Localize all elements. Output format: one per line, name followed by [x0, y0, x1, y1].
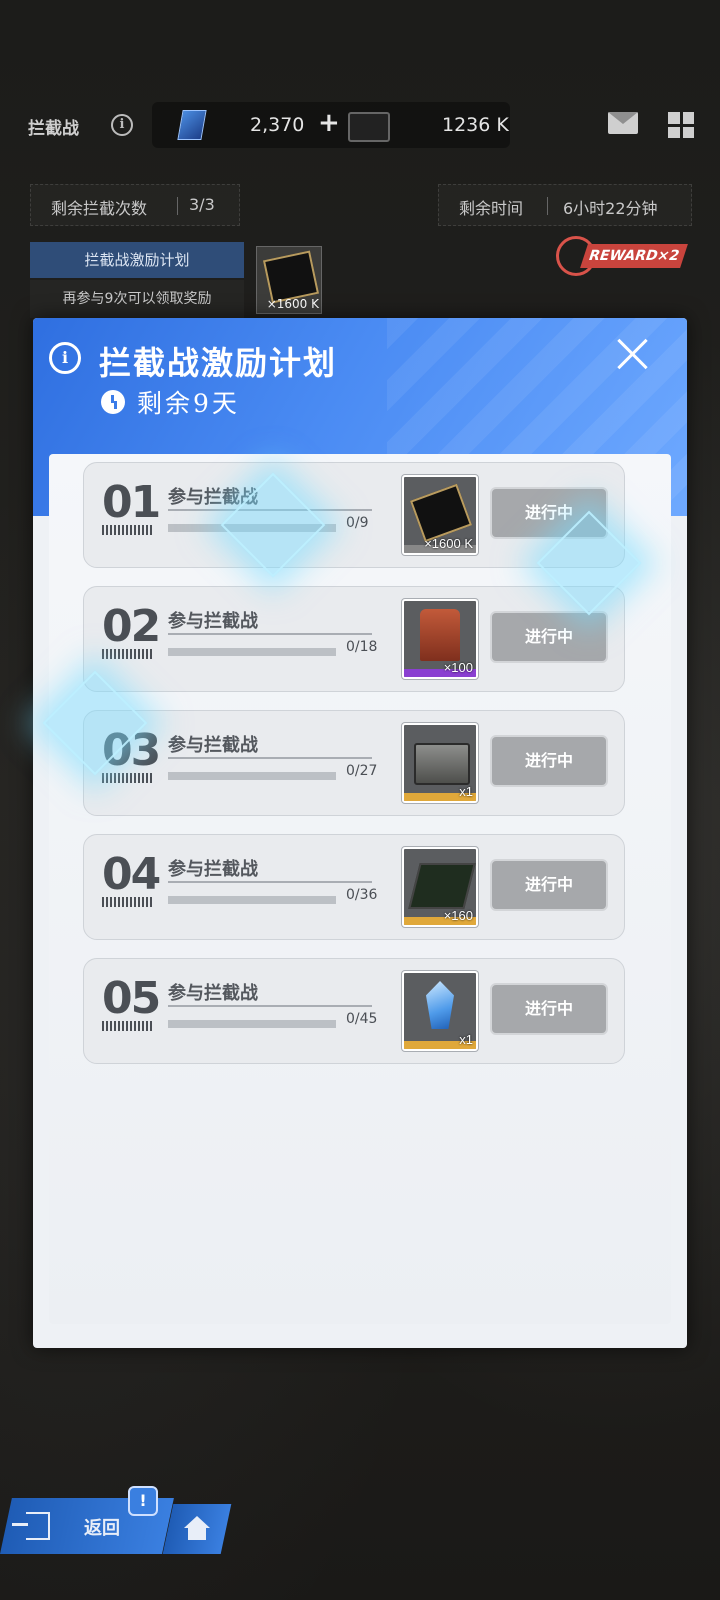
- task-row: 04 参与拦截战 0/36 ×160 进行中: [83, 834, 625, 940]
- reward-multiplier: REWARD×2: [580, 244, 688, 268]
- incentive-plan-modal: i 拦截战激励计划 剩余9天 01 参与拦截战 0/9 ×1600 K 进行中 …: [33, 318, 687, 1348]
- task-row: 01 参与拦截战 0/9 ×1600 K 进行中: [83, 462, 625, 568]
- progress-bar: [168, 648, 336, 656]
- add-gems-button[interactable]: +: [318, 108, 340, 138]
- info-icon[interactable]: i: [49, 342, 81, 374]
- progress-text: 0/36: [346, 887, 378, 903]
- home-icon: [184, 1516, 210, 1540]
- card-icon: [262, 250, 320, 304]
- incentive-plan-hint: 再参与9次可以领取奖励: [30, 280, 244, 318]
- info-icon[interactable]: i: [111, 114, 133, 136]
- exit-icon: [12, 1512, 50, 1540]
- reward-quantity: ×1600 K: [266, 297, 319, 311]
- incentive-plan-tab[interactable]: 拦截战激励计划: [30, 242, 244, 278]
- reward-quantity: x1: [459, 784, 473, 799]
- task-number: 04: [102, 849, 161, 900]
- remaining-attempts-label: 剩余拦截次数: [51, 199, 148, 218]
- back-label[interactable]: 返回: [84, 1514, 120, 1540]
- task-row: 02 参与拦截战 0/18 ×100 进行中: [83, 586, 625, 692]
- progress-text: 0/27: [346, 763, 378, 779]
- crate-icon: [414, 743, 470, 785]
- task-label: 参与拦截战: [168, 859, 258, 880]
- divider: [177, 197, 178, 215]
- remaining-time-label: 剩余时间: [459, 199, 524, 218]
- chip-icon: [408, 863, 476, 909]
- gem-amount: 2,370: [250, 114, 305, 136]
- barcode-decoration: [102, 525, 154, 535]
- progress-bar: [168, 1020, 336, 1028]
- barcode-decoration: [102, 649, 154, 659]
- progress-bar: [168, 772, 336, 780]
- alert-badge[interactable]: !: [128, 1486, 158, 1516]
- remaining-time-chip: 剩余时间 6小时22分钟: [438, 184, 692, 226]
- top-bar: 拦截战 i 2,370 + 1236 K: [0, 100, 720, 152]
- divider: [168, 633, 372, 635]
- vest-icon: [420, 609, 460, 661]
- progress-text: 0/45: [346, 1011, 378, 1027]
- progress-text: 0/9: [346, 515, 369, 531]
- reward-item[interactable]: x1: [402, 723, 478, 803]
- barcode-decoration: [102, 773, 154, 783]
- card-icon: [409, 483, 473, 543]
- task-number: 05: [102, 973, 161, 1024]
- days-remaining: 剩余9天: [137, 389, 240, 418]
- remaining-time-value: 6小时22分钟: [563, 199, 658, 218]
- task-number: 02: [102, 601, 161, 652]
- mail-flap-icon: [608, 112, 638, 124]
- reward-item[interactable]: ×100: [402, 599, 478, 679]
- task-label: 参与拦截战: [168, 735, 258, 756]
- reward-item[interactable]: x1: [402, 971, 478, 1051]
- reward-quantity: ×1600 K: [424, 536, 473, 551]
- task-number: 01: [102, 477, 161, 528]
- close-icon[interactable]: [615, 336, 651, 372]
- status-button[interactable]: 进行中: [490, 983, 608, 1035]
- progress-text: 0/18: [346, 639, 378, 655]
- barcode-decoration: [102, 897, 154, 907]
- reward-item[interactable]: ×1600 K: [402, 475, 478, 555]
- status-button[interactable]: 进行中: [490, 735, 608, 787]
- resource-panel: 2,370 + 1236 K: [152, 102, 510, 148]
- task-row: 03 参与拦截战 0/27 x1 进行中: [83, 710, 625, 816]
- status-button[interactable]: 进行中: [490, 611, 608, 663]
- divider: [168, 1005, 372, 1007]
- divider: [168, 881, 372, 883]
- reward-quantity: x1: [459, 1032, 473, 1047]
- reward-badge: REWARD×2: [556, 236, 688, 276]
- task-row: 05 参与拦截战 0/45 x1 进行中: [83, 958, 625, 1064]
- status-button[interactable]: 进行中: [490, 859, 608, 911]
- crystal-icon: [426, 981, 454, 1029]
- reward-item[interactable]: ×160: [402, 847, 478, 927]
- menu-grid-icon[interactable]: [668, 112, 694, 138]
- reward-quantity: ×100: [443, 660, 473, 675]
- card-amount: 1236 K: [442, 114, 509, 136]
- barcode-decoration: [102, 1021, 154, 1031]
- gem-icon: [177, 110, 207, 140]
- clock-icon: [101, 390, 125, 414]
- divider: [547, 197, 548, 215]
- remaining-attempts-chip: 剩余拦截次数 3/3: [30, 184, 240, 226]
- progress-bar: [168, 896, 336, 904]
- credit-card-icon: [348, 112, 390, 142]
- reward-quantity: ×160: [443, 908, 473, 923]
- modal-title: 拦截战激励计划: [99, 344, 338, 382]
- task-label: 参与拦截战: [168, 611, 258, 632]
- reward-thumbnail[interactable]: ×1600 K: [256, 246, 322, 314]
- divider: [168, 757, 372, 759]
- remaining-attempts-value: 3/3: [189, 195, 215, 214]
- task-label: 参与拦截战: [168, 983, 258, 1004]
- page-title: 拦截战: [28, 119, 79, 139]
